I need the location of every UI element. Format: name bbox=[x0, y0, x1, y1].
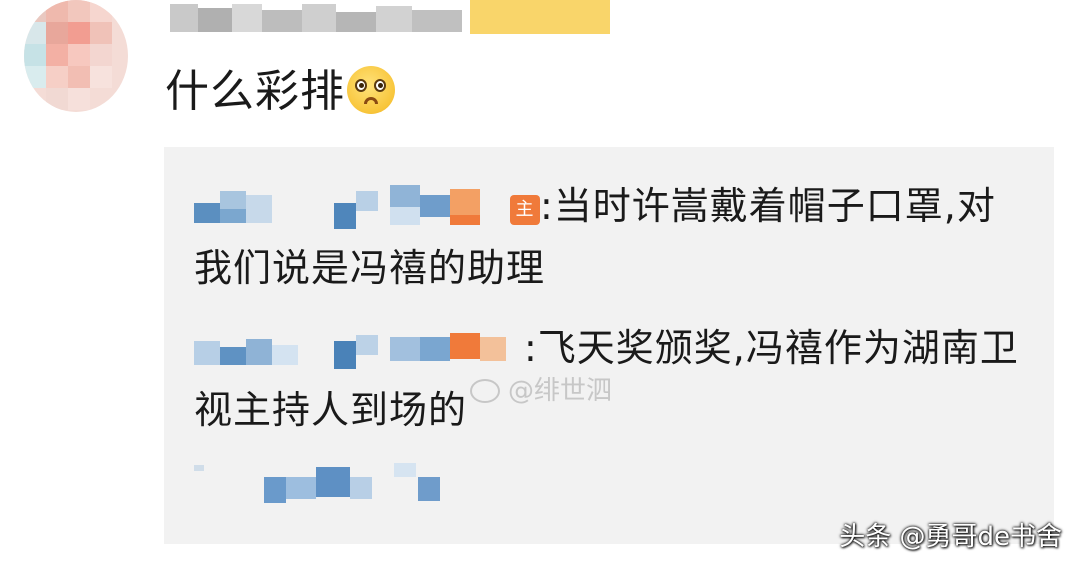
reply-item[interactable]: 主:当时许嵩戴着帽子口罩,对我们说是冯禧的助理 bbox=[194, 175, 1024, 299]
reply-author-name[interactable] bbox=[194, 459, 440, 509]
reply-author-name[interactable] bbox=[194, 185, 524, 229]
comment-text: 什么彩排 bbox=[165, 62, 395, 122]
reply-author-name[interactable] bbox=[194, 327, 524, 369]
user-level-badge bbox=[470, 0, 610, 34]
avatar[interactable] bbox=[24, 0, 128, 112]
pleading-face-emoji-icon bbox=[347, 66, 395, 114]
owner-badge: 主 bbox=[510, 195, 540, 225]
comment-body: 什么彩排 bbox=[165, 66, 345, 117]
username[interactable] bbox=[170, 0, 470, 34]
source-watermark: 头条 @勇哥de书舍 bbox=[839, 522, 1062, 552]
weibo-icon bbox=[470, 379, 500, 403]
replies-panel[interactable]: 主:当时许嵩戴着帽子口罩,对我们说是冯禧的助理 :飞天奖颁奖,冯禧作为湖南卫视主… bbox=[164, 147, 1054, 544]
weibo-watermark: @绯世泗 bbox=[470, 370, 612, 407]
